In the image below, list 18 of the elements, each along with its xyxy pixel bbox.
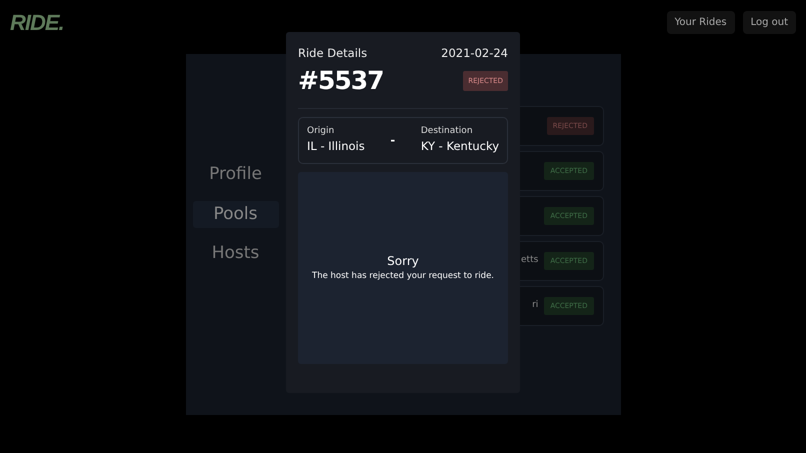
ride-number: #5537 [298,65,384,98]
message-heading: Sorry [387,253,419,270]
modal-title: Ride Details [298,45,368,62]
nav-button[interactable]: Your Rides [666,11,735,34]
sidebar-item[interactable]: Profile [192,161,278,189]
route-value: KY - Kentucky [420,138,499,156]
route-value: IL - Illinois [307,138,365,156]
ride-text: etts [521,254,538,268]
route-label: Destination [420,124,474,138]
nav-button[interactable]: Log out [742,11,796,34]
sidebar-item[interactable]: Pools [192,200,278,228]
route-label: Origin [307,124,336,138]
ride-date: 2021-02-24 [441,45,508,62]
logo[interactable]: RIDE. [10,6,64,39]
ride-text: ri [532,299,538,312]
message-text: The host has rejected your request to ride. [312,270,494,283]
sidebar-item[interactable]: Hosts [192,240,278,268]
route-separator: - [390,132,396,148]
